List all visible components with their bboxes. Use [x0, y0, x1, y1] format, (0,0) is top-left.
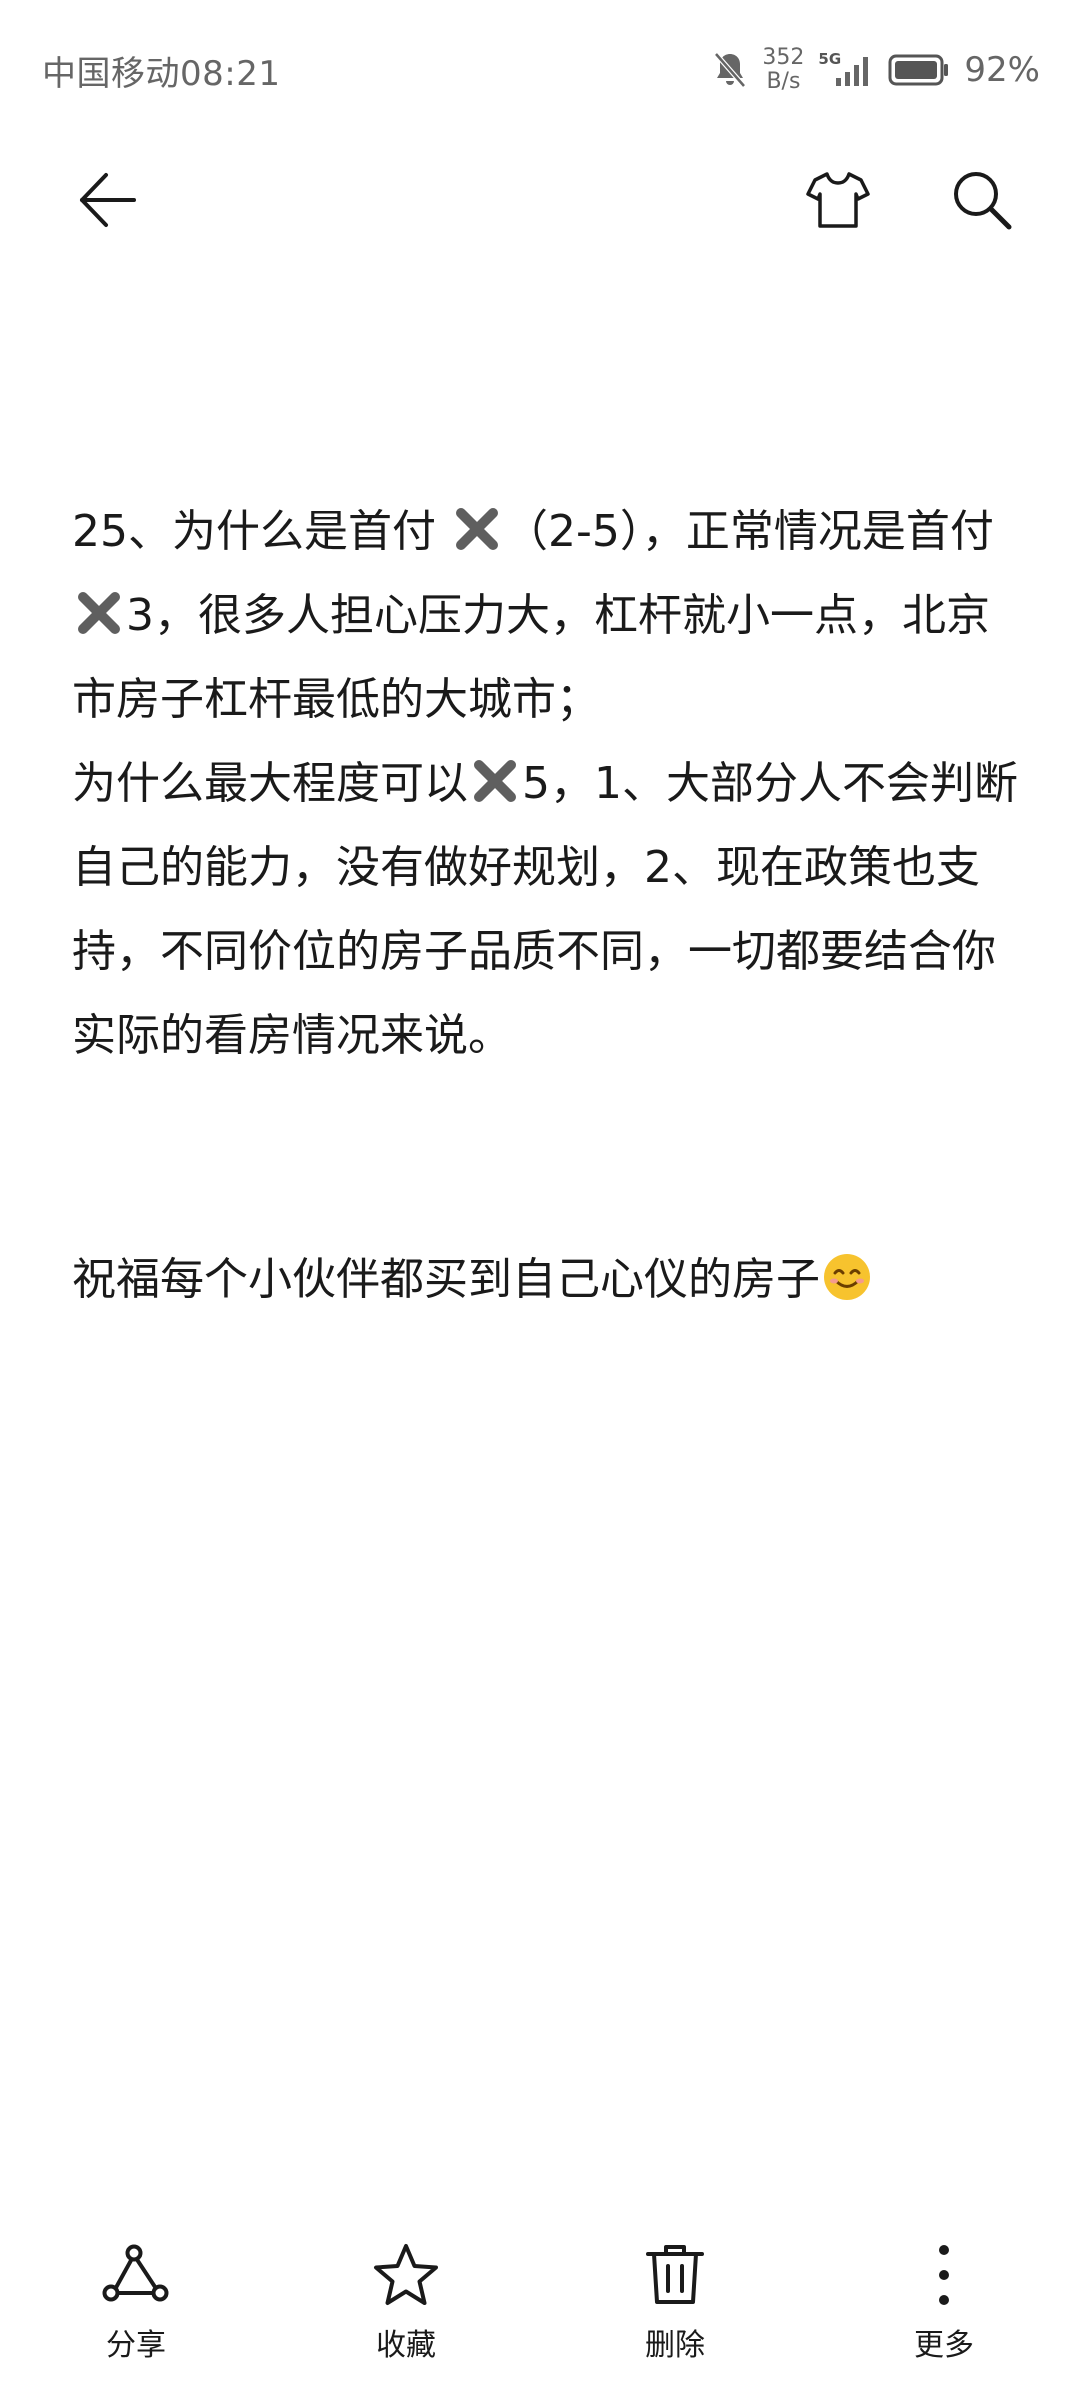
more-button[interactable]: 更多 [864, 2240, 1024, 2364]
theme-button[interactable] [793, 155, 883, 245]
trash-icon-wrap [640, 2240, 710, 2310]
note-text-segment: 3，很多人担心压力大，杠杆就小一点，北京市房子杠杆最低的大城市； [72, 590, 990, 725]
note-paragraph-2: 为什么最大程度可以 5，1、大部分人不会判断自己的能力，没有做好规划，2、现在政策… [72, 742, 1022, 1078]
delete-label: 删除 [645, 2328, 705, 2363]
status-time: 08:21 [180, 54, 281, 94]
note-text-segment: 祝福每个小伙伴都买到自己心仪的房子 [72, 1254, 820, 1305]
app-bar [0, 140, 1080, 260]
share-icon [102, 2244, 169, 2302]
bell-muted-icon [714, 52, 747, 88]
share-label: 分享 [106, 2328, 166, 2363]
favorite-button[interactable]: 收藏 [326, 2240, 486, 2364]
note-content[interactable]: 25、为什么是首付 （2-5），正常情况是首付 3，很多人担心压力大，杠杆就小一点… [72, 490, 1022, 1322]
more-icon-wrap [909, 2240, 979, 2310]
smiling-face-icon [824, 1254, 870, 1300]
status-indicators: 352 B/s 5G 92% [712, 42, 1040, 98]
share-button[interactable]: 分享 [56, 2240, 216, 2364]
note-text-segment: （2-5），正常情况是首付 [504, 506, 994, 557]
network-speed-unit: B/s [766, 69, 801, 94]
cross-mark-icon [474, 760, 516, 802]
note-text-segment: 25、为什么是首付 [72, 506, 436, 557]
cellular-signal: 5G [818, 50, 874, 90]
battery-percent: 92% [964, 50, 1040, 90]
note-paragraph-3: 祝福每个小伙伴都买到自己心仪的房子 [72, 1238, 1022, 1322]
network-speed-value: 352 [762, 45, 805, 70]
more-label: 更多 [914, 2328, 974, 2363]
cross-mark-icon [78, 592, 120, 634]
cross-mark-icon [456, 508, 498, 550]
network-speed: 352 B/s [762, 46, 804, 94]
share-icon-wrap [101, 2240, 171, 2310]
bottom-toolbar: 分享 收藏 删除 更多 [0, 2240, 1080, 2387]
carrier-name: 中国移动 [42, 54, 180, 94]
signal-bars-icon [836, 57, 869, 86]
star-icon-wrap [371, 2240, 441, 2310]
status-bar: 中国移动08:21 352 B/s 5G 92% [0, 0, 1080, 140]
delete-button[interactable]: 删除 [595, 2240, 755, 2364]
battery-icon [888, 54, 949, 86]
favorite-label: 收藏 [376, 2328, 436, 2363]
note-paragraph-1: 25、为什么是首付 （2-5），正常情况是首付 3，很多人担心压力大，杠杆就小一点… [72, 490, 1022, 742]
star-icon [374, 2244, 438, 2305]
tshirt-icon [806, 172, 870, 228]
search-icon [954, 172, 1012, 230]
status-carrier-time: 中国移动08:21 [42, 46, 280, 95]
search-button[interactable] [937, 155, 1027, 245]
trash-icon [646, 2245, 704, 2304]
back-button[interactable] [62, 155, 152, 245]
note-text-segment: 为什么最大程度可以 [72, 758, 468, 809]
arrow-left-icon [80, 173, 136, 227]
more-vertical-icon [939, 2245, 949, 2305]
